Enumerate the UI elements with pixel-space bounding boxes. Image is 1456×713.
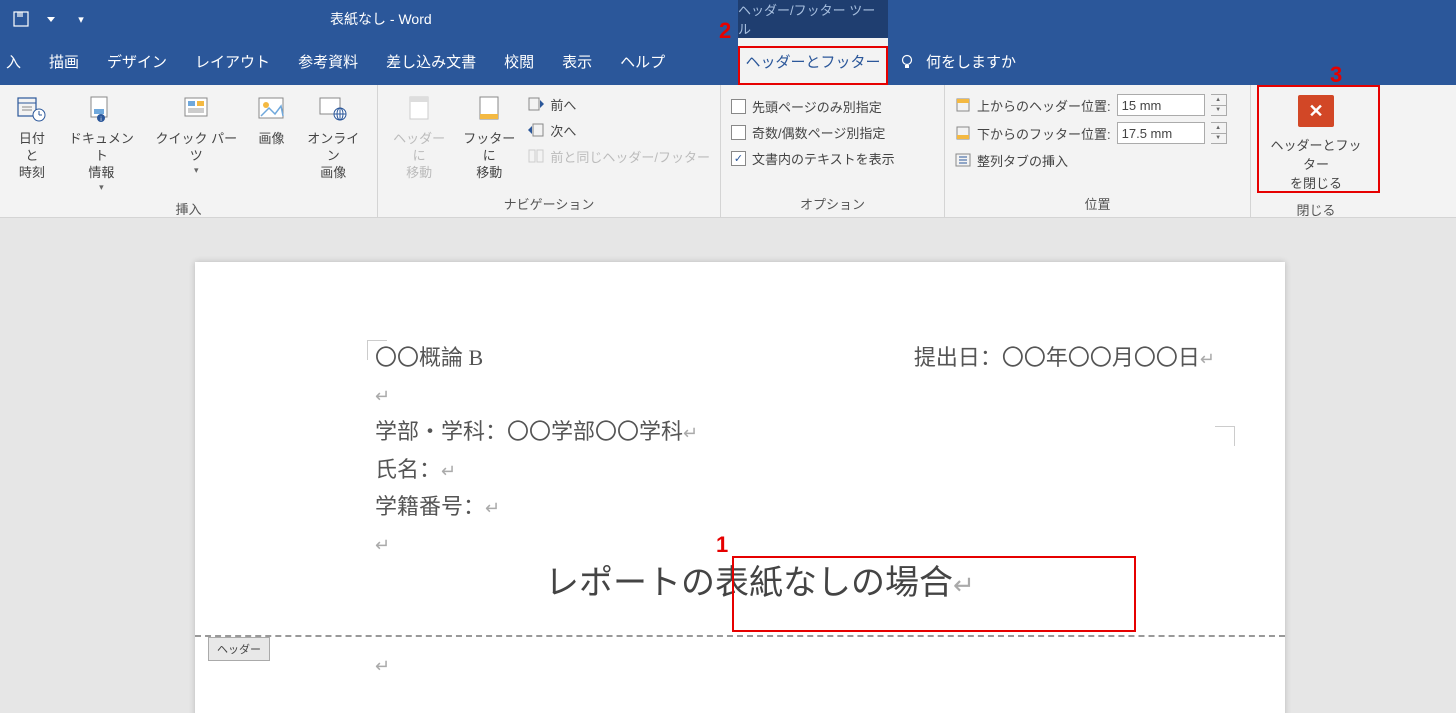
svg-text:i: i xyxy=(101,117,102,123)
paragraph-mark-icon: ↵ xyxy=(375,656,390,676)
goto-header-button: ヘッダーに 移動 xyxy=(384,89,454,186)
footer-pos-label: 下からのフッター位置: xyxy=(977,124,1111,143)
tab-references[interactable]: 参考資料 xyxy=(284,38,372,85)
datetime-button[interactable]: 日付と 時刻 xyxy=(6,89,58,186)
paragraph-mark-icon: ↵ xyxy=(683,423,698,443)
online-picture-icon xyxy=(317,93,349,125)
picture-button[interactable]: 画像 xyxy=(248,89,296,152)
calendar-clock-icon xyxy=(16,93,48,125)
id-text: 学籍番号： xyxy=(375,494,485,519)
quickparts-button[interactable]: クイック パーツ ▾ xyxy=(145,89,247,180)
name-text: 氏名： xyxy=(375,457,441,482)
header-pos-icon xyxy=(955,97,971,113)
footer-pos-input[interactable]: 17.5 mm xyxy=(1117,122,1205,144)
goto-header-icon xyxy=(403,93,435,125)
group-close: ✕ ヘッダーとフッター を閉じる 閉じる xyxy=(1251,85,1381,217)
close-header-footer-button[interactable]: ✕ ヘッダーとフッター を閉じる xyxy=(1257,89,1375,198)
paragraph-mark-icon: ↵ xyxy=(375,386,390,406)
group-insert: 日付と 時刻 i ドキュメント 情報 ▾ クイック パーツ ▾ 画像 オンライン… xyxy=(0,85,378,217)
lightbulb-icon xyxy=(898,53,916,71)
tab-insert-cut[interactable]: 入 xyxy=(0,38,35,85)
tab-mailings[interactable]: 差し込み文書 xyxy=(372,38,490,85)
tab-review[interactable]: 校閲 xyxy=(490,38,548,85)
online-picture-button[interactable]: オンライン 画像 xyxy=(296,89,372,186)
contextual-tab-label: ヘッダー/フッター ツール xyxy=(738,0,888,38)
show-text-checkbox[interactable]: ✓ 文書内のテキストを表示 xyxy=(727,145,899,171)
checkbox-checked-icon: ✓ xyxy=(731,151,746,166)
group-nav-label: ナビゲーション xyxy=(378,192,720,217)
header-pos-input[interactable]: 15 mm xyxy=(1117,94,1205,116)
tab-design[interactable]: デザイン xyxy=(93,38,181,85)
align-tab-icon xyxy=(955,153,971,167)
report-title: レポートの表紙なしの場合↵ xyxy=(545,555,975,604)
ribbon-tabs: 入 描画 デザイン レイアウト 参考資料 差し込み文書 校閲 表示 ヘルプ ヘッ… xyxy=(0,38,1456,85)
group-position-label: 位置 xyxy=(945,192,1250,217)
dept-text: 学部・学科：〇〇学部〇〇学科 xyxy=(375,419,683,444)
header-pos-spinner[interactable]: ▲▼ xyxy=(1211,94,1227,116)
group-position: 上からのヘッダー位置: 15 mm ▲▼ 下からのフッター位置: 17.5 mm… xyxy=(945,85,1251,217)
save-icon[interactable] xyxy=(10,8,32,30)
odd-even-checkbox[interactable]: 奇数/偶数ページ別指定 xyxy=(727,119,899,145)
goto-footer-icon xyxy=(473,93,505,125)
qat-dropdown-icon[interactable] xyxy=(40,8,62,30)
quick-access-toolbar: ▾ xyxy=(0,8,92,30)
link-previous-button: 前と同じヘッダー/フッター xyxy=(524,143,714,169)
link-icon xyxy=(528,149,544,163)
first-page-checkbox[interactable]: 先頭ページのみ別指定 xyxy=(727,93,899,119)
group-navigation: ヘッダーに 移動 フッターに 移動 前へ 次へ 前と同じヘッダー/フッター xyxy=(378,85,721,217)
prev-button[interactable]: 前へ xyxy=(524,91,714,117)
align-tab-button[interactable]: 整列タブの挿入 xyxy=(951,147,1231,173)
picture-icon xyxy=(256,93,288,125)
footer-pos-spinner[interactable]: ▲▼ xyxy=(1211,122,1227,144)
next-icon xyxy=(528,123,544,137)
annotation-1: 1 xyxy=(716,532,728,558)
paragraph-mark-icon: ↵ xyxy=(375,535,390,555)
date-text: 提出日：〇〇年〇〇月〇〇日↵ xyxy=(914,340,1215,372)
prev-icon xyxy=(528,97,544,111)
docinfo-button[interactable]: i ドキュメント 情報 ▾ xyxy=(58,89,145,197)
group-options-label: オプション xyxy=(721,192,944,217)
qat-customize-icon[interactable]: ▾ xyxy=(70,8,92,30)
annotation-2: 2 xyxy=(719,18,731,44)
document-canvas[interactable]: 〇〇概論 B ↵ 学部・学科：〇〇学部〇〇学科↵ 氏名：↵ 学籍番号：↵ ↵ 提… xyxy=(0,218,1456,713)
window-title: 表紙なし - Word xyxy=(330,9,432,29)
tell-me-label: 何をしますか xyxy=(926,51,1016,72)
header-content[interactable]: 〇〇概論 B ↵ 学部・学科：〇〇学部〇〇学科↵ 氏名：↵ 学籍番号：↵ ↵ xyxy=(375,340,1225,563)
quick-parts-icon xyxy=(180,93,212,125)
paragraph-mark-icon: ↵ xyxy=(1200,349,1215,369)
group-options: 先頭ページのみ別指定 奇数/偶数ページ別指定 ✓ 文書内のテキストを表示 オプシ… xyxy=(721,85,945,217)
next-button[interactable]: 次へ xyxy=(524,117,714,143)
checkbox-icon xyxy=(731,125,746,140)
annotation-3: 3 xyxy=(1330,62,1342,88)
course-text: 〇〇概論 B xyxy=(375,345,483,370)
paragraph-mark-icon: ↵ xyxy=(441,461,456,481)
page[interactable]: 〇〇概論 B ↵ 学部・学科：〇〇学部〇〇学科↵ 氏名：↵ 学籍番号：↵ ↵ 提… xyxy=(195,262,1285,713)
tab-layout[interactable]: レイアウト xyxy=(181,38,284,85)
tab-draw[interactable]: 描画 xyxy=(35,38,93,85)
tab-header-footer[interactable]: ヘッダーとフッター xyxy=(738,38,888,85)
paragraph-mark-icon: ↵ xyxy=(485,498,500,518)
tell-me[interactable]: 何をしますか xyxy=(898,51,1016,72)
footer-pos-icon xyxy=(955,125,971,141)
body-content[interactable]: ↵ xyxy=(375,652,390,678)
paragraph-mark-icon: ↵ xyxy=(953,571,975,600)
tab-help[interactable]: ヘルプ xyxy=(606,38,679,85)
close-icon: ✕ xyxy=(1298,95,1334,127)
ribbon: 日付と 時刻 i ドキュメント 情報 ▾ クイック パーツ ▾ 画像 オンライン… xyxy=(0,85,1456,218)
tab-view[interactable]: 表示 xyxy=(548,38,606,85)
header-tag: ヘッダー xyxy=(208,637,270,661)
goto-footer-button[interactable]: フッターに 移動 xyxy=(454,89,524,186)
document-info-icon: i xyxy=(85,93,117,125)
checkbox-icon xyxy=(731,99,746,114)
header-area[interactable]: 〇〇概論 B ↵ 学部・学科：〇〇学部〇〇学科↵ 氏名：↵ 学籍番号：↵ ↵ 提… xyxy=(195,262,1285,637)
header-pos-label: 上からのヘッダー位置: xyxy=(977,96,1111,115)
